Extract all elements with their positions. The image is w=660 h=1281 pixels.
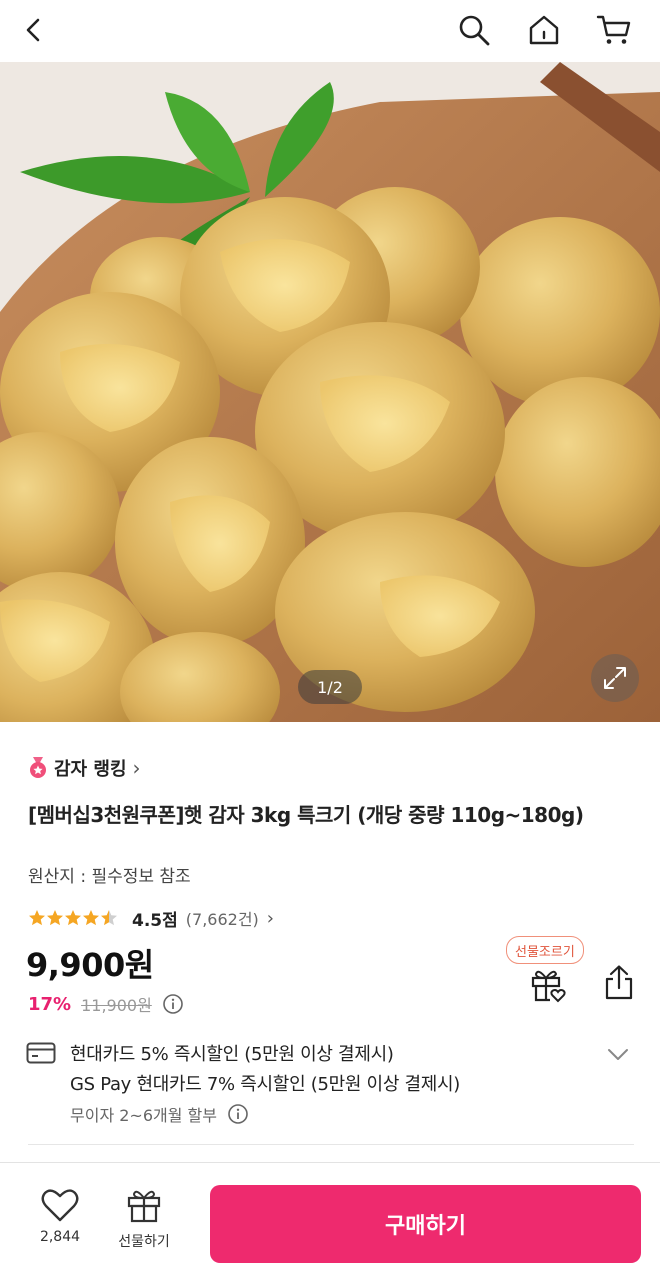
info-icon[interactable]: [227, 1103, 249, 1125]
bottom-action-bar: 2,844 선물하기 구매하기: [0, 1162, 660, 1281]
buy-button[interactable]: 구매하기: [210, 1185, 641, 1263]
rating-link[interactable]: 4.5점 (7,662건) ›: [28, 904, 274, 932]
card-benefit-2: GS Pay 현대카드 7% 즉시할인 (5만원 이상 결제시): [70, 1074, 461, 1095]
card-icon: [26, 1042, 56, 1068]
heart-icon: [41, 1189, 79, 1222]
original-price: 11,900원: [81, 996, 152, 1015]
discount-row: 17% 11,900원: [28, 990, 184, 1018]
origin-info: 원산지 : 필수정보 참조: [28, 867, 191, 887]
like-button[interactable]: 2,844: [36, 1187, 84, 1245]
chevron-down-icon[interactable]: [604, 1044, 632, 1068]
product-title: [멤버십3천원쿠폰]햇 감자 3kg 특크기 (개당 중량 110g~180g): [28, 803, 584, 827]
chevron-right-icon: ›: [132, 756, 141, 780]
chevron-right-icon: ›: [266, 907, 274, 929]
product-image[interactable]: [0, 62, 660, 722]
ranking-link[interactable]: 감자 랭킹 ›: [28, 754, 141, 782]
share-icon[interactable]: [602, 964, 636, 1006]
installment-label: 무이자 2~6개월 할부: [70, 1106, 217, 1125]
gift-button[interactable]: 선물하기: [110, 1185, 178, 1251]
info-icon[interactable]: [162, 993, 184, 1015]
home-icon[interactable]: [522, 8, 566, 52]
image-counter: 1/2: [298, 670, 362, 704]
gift-label: 선물하기: [118, 1234, 170, 1250]
medal-icon: [30, 757, 46, 778]
gift-wish-icon[interactable]: [528, 966, 568, 1008]
discount-rate: 17%: [28, 993, 72, 1015]
cart-icon[interactable]: [592, 8, 636, 52]
like-count: 2,844: [39, 1229, 81, 1245]
card-benefit-1: 현대카드 5% 즉시할인 (5만원 이상 결제시): [70, 1044, 394, 1065]
review-count: (7,662건): [185, 910, 259, 929]
back-icon[interactable]: [12, 8, 56, 52]
divider: [28, 1144, 634, 1145]
installment-row: 무이자 2~6개월 할부: [70, 1102, 249, 1126]
top-nav-bar: [0, 0, 660, 62]
gift-icon: [127, 1190, 161, 1223]
rating-score: 4.5점: [132, 910, 178, 931]
ranking-label: 감자 랭킹: [54, 759, 127, 780]
current-price: 9,900원: [26, 946, 154, 984]
search-icon[interactable]: [452, 8, 496, 52]
star-rating: [28, 909, 120, 927]
gift-request-badge: 선물조르기: [506, 936, 584, 964]
expand-icon[interactable]: [591, 654, 639, 702]
